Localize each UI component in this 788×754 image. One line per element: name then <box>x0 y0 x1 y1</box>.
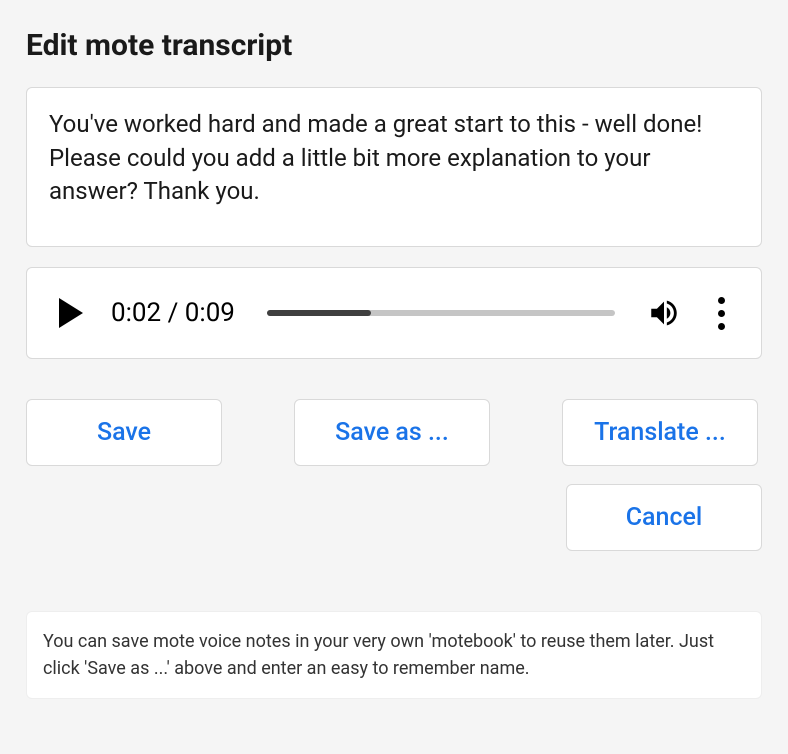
cancel-button[interactable]: Cancel <box>566 484 762 551</box>
page-title: Edit mote transcript <box>26 28 762 63</box>
translate-button[interactable]: Translate ... <box>562 399 758 466</box>
action-button-row: Save Save as ... Translate ... <box>26 399 762 466</box>
audio-player: 0:02 / 0:09 <box>26 267 762 359</box>
tip-text: You can save mote voice notes in your ve… <box>26 611 762 699</box>
more-options-icon[interactable] <box>711 297 731 330</box>
volume-icon[interactable] <box>647 296 681 330</box>
play-icon[interactable] <box>59 298 83 328</box>
audio-progress-track[interactable] <box>267 310 615 316</box>
secondary-button-row: Cancel <box>26 484 762 551</box>
transcript-textarea[interactable]: You've worked hard and made a great star… <box>26 87 762 247</box>
save-button[interactable]: Save <box>26 399 222 466</box>
audio-time: 0:02 / 0:09 <box>111 298 235 328</box>
save-as-button[interactable]: Save as ... <box>294 399 490 466</box>
audio-current-time: 0:02 <box>111 298 161 328</box>
audio-progress-fill <box>267 310 371 316</box>
audio-duration: 0:09 <box>185 298 235 328</box>
